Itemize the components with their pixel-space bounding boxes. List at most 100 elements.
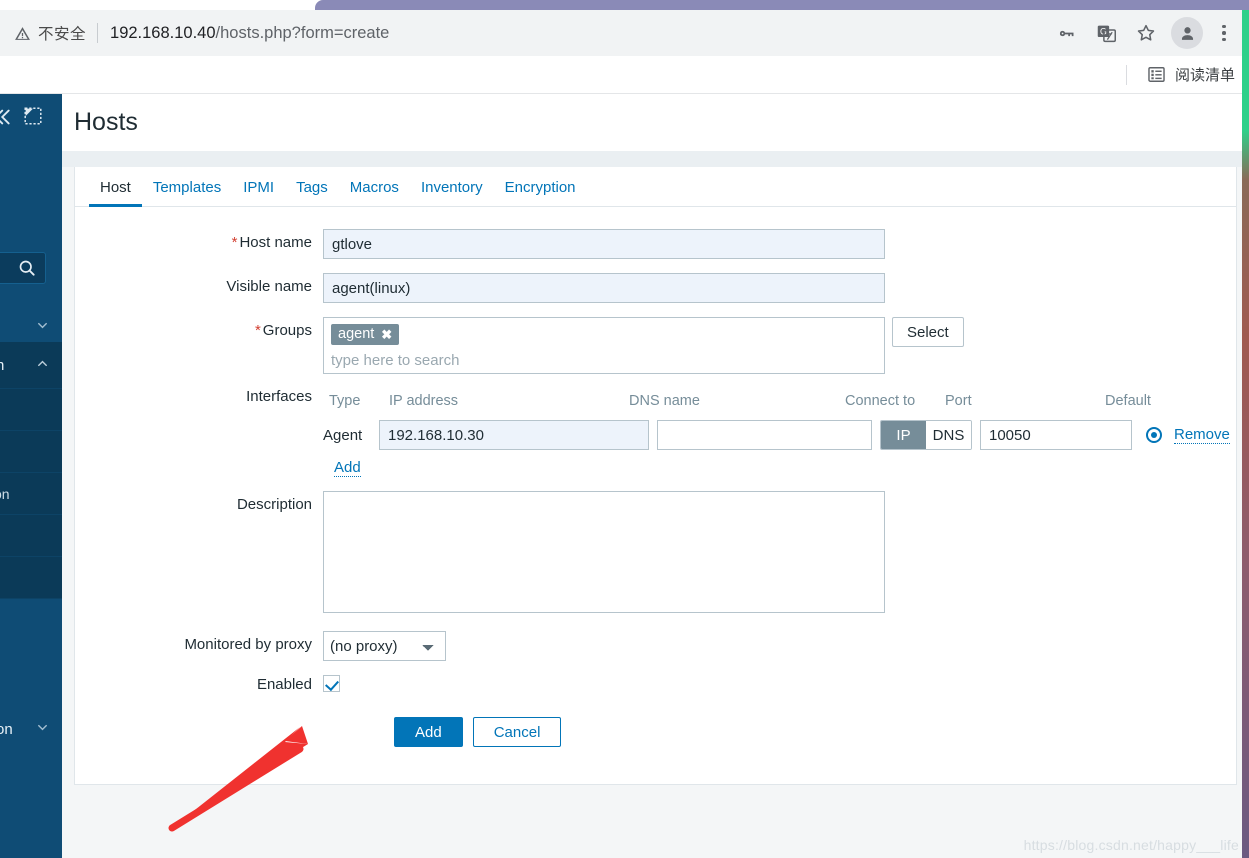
connect-to-toggle[interactable]: IP DNS — [880, 420, 972, 450]
field-row-monitored-by-proxy: Monitored by proxy (no proxy) — [75, 631, 1236, 661]
tab-encryption[interactable]: Encryption — [494, 179, 587, 206]
group-chip-label: agent — [338, 326, 375, 342]
tab-tags[interactable]: Tags — [285, 179, 339, 206]
interface-port-input[interactable] — [980, 420, 1132, 450]
tab-macros[interactable]: Macros — [339, 179, 410, 206]
page-title: Hosts — [74, 108, 138, 136]
url-text: 192.168.10.40/hosts.php?form=create — [110, 24, 389, 43]
sidebar-search-input[interactable] — [0, 252, 46, 284]
host-name-label: * Host name — [75, 229, 323, 251]
tab-inventory[interactable]: Inventory — [410, 179, 494, 206]
sidebar-subitem-3[interactable]: on — [0, 472, 62, 514]
visible-name-input[interactable] — [323, 273, 885, 303]
chevron-down-icon — [35, 720, 50, 739]
url-host: 192.168.10.40 — [110, 23, 216, 42]
field-row-visible-name: Visible name — [75, 273, 1236, 303]
field-row-description: Description — [75, 491, 1236, 613]
watermark-text: https://blog.csdn.net/happy___life — [1023, 837, 1239, 853]
select-button[interactable]: Select — [892, 317, 964, 347]
column-port: Port — [945, 393, 972, 409]
host-name-input[interactable] — [323, 229, 885, 259]
collapse-sidebar-icon[interactable] — [0, 106, 16, 128]
sidebar-item-bottom[interactable]: on — [0, 706, 62, 752]
reading-list-button[interactable]: 阅读清单 — [1141, 61, 1241, 88]
chevron-down-icon — [35, 318, 50, 337]
groups-multiselect[interactable]: agent ✖ type here to search — [323, 317, 885, 374]
interface-add-row: Add — [75, 459, 1236, 477]
address-bar[interactable]: 不安全 192.168.10.40/hosts.php?form=create — [0, 22, 1051, 44]
interface-type-label: Agent — [323, 426, 363, 444]
connect-to-dns-option[interactable]: DNS — [926, 421, 971, 449]
interface-ip-input[interactable] — [379, 420, 649, 450]
reading-list-icon — [1147, 65, 1166, 84]
star-icon[interactable] — [1131, 18, 1161, 48]
sidebar-header — [0, 94, 62, 146]
sidebar-item-bottom-label: on — [0, 720, 13, 738]
description-label: Description — [236, 496, 312, 513]
sidebar-subitem-3-label: on — [0, 485, 10, 502]
expand-view-icon[interactable] — [22, 105, 44, 127]
monitored-by-proxy-select[interactable]: (no proxy) — [323, 631, 446, 661]
app-sidebar: n on on — [0, 94, 62, 858]
form-action-buttons: Add Cancel — [75, 717, 1236, 747]
add-button[interactable]: Add — [394, 717, 463, 747]
active-browser-tab[interactable] — [315, 0, 1249, 10]
form-tabs: Host Templates IPMI Tags Macros Inventor… — [75, 167, 1236, 207]
chevron-up-icon — [35, 356, 50, 375]
close-icon[interactable]: ✖ — [381, 328, 392, 341]
sidebar-item-expanded-header[interactable]: n — [0, 342, 62, 388]
page-header: Hosts — [62, 94, 1249, 151]
interface-default-radio[interactable] — [1146, 427, 1162, 443]
omnibox-divider — [97, 23, 99, 43]
search-icon — [19, 260, 35, 276]
groups-label-text: Groups — [262, 322, 312, 339]
translate-icon[interactable]: G — [1091, 18, 1121, 48]
bookmarks-bar: 阅读清单 — [0, 56, 1249, 94]
column-ip-address: IP address — [389, 393, 459, 409]
url-path: /hosts.php?form=create — [215, 23, 390, 42]
interface-dns-input[interactable] — [657, 420, 872, 450]
field-row-interfaces: Interfaces Type IP address DNS name Conn… — [75, 388, 1236, 451]
header-band — [62, 151, 1249, 167]
interface-remove-link[interactable]: Remove — [1174, 426, 1230, 444]
tab-ipmi[interactable]: IPMI — [232, 179, 285, 206]
connect-to-ip-option[interactable]: IP — [881, 421, 926, 449]
required-marker: * — [254, 322, 261, 339]
tab-templates[interactable]: Templates — [142, 179, 232, 206]
cancel-button[interactable]: Cancel — [472, 717, 562, 747]
sidebar-subitem-4[interactable] — [0, 514, 62, 556]
browser-toolbar: 不安全 192.168.10.40/hosts.php?form=create … — [0, 10, 1249, 56]
groups-label: * Groups — [75, 317, 323, 339]
capture-edge-artifact — [1242, 10, 1249, 858]
visible-name-label: Visible name — [226, 278, 312, 295]
interfaces-header-row: Type IP address DNS name Connect to Port… — [323, 388, 1230, 414]
required-marker: * — [231, 234, 238, 251]
column-dns-name: DNS name — [629, 393, 700, 409]
sidebar-subitem-5[interactable] — [0, 556, 62, 598]
groups-search-placeholder[interactable]: type here to search — [331, 345, 877, 369]
key-icon[interactable] — [1051, 18, 1081, 48]
enabled-label: Enabled — [256, 676, 312, 693]
interface-add-link[interactable]: Add — [334, 459, 361, 477]
toolbar-actions: G — [1051, 17, 1249, 49]
field-row-groups: * Groups agent ✖ type here to search Sele… — [75, 317, 1236, 374]
screenshot-root: 不安全 192.168.10.40/hosts.php?form=create … — [0, 0, 1249, 858]
host-name-label-text: Host name — [239, 234, 312, 251]
reading-list-label: 阅读清单 — [1174, 67, 1235, 84]
browser-tab-strip — [0, 0, 1249, 10]
host-form-card: Host Templates IPMI Tags Macros Inventor… — [74, 167, 1237, 785]
sidebar-subitem-2[interactable] — [0, 430, 62, 472]
description-textarea[interactable] — [323, 491, 885, 613]
tab-host[interactable]: Host — [89, 179, 142, 207]
group-chip-agent[interactable]: agent ✖ — [331, 324, 400, 345]
security-status-label: 不安全 — [38, 26, 87, 43]
profile-avatar-icon[interactable] — [1171, 17, 1203, 49]
three-dot-menu-icon[interactable] — [1213, 18, 1235, 48]
warning-triangle-icon — [14, 25, 31, 42]
bookmarks-divider — [1125, 64, 1127, 85]
interface-row: Agent IP DNS Remove — [323, 419, 1230, 451]
main-content: Hosts Host Templates IPMI Tags Macros In… — [62, 94, 1249, 858]
enabled-checkbox[interactable] — [323, 675, 340, 692]
sidebar-subitem-1[interactable] — [0, 388, 62, 430]
field-row-host-name: * Host name — [75, 229, 1236, 259]
